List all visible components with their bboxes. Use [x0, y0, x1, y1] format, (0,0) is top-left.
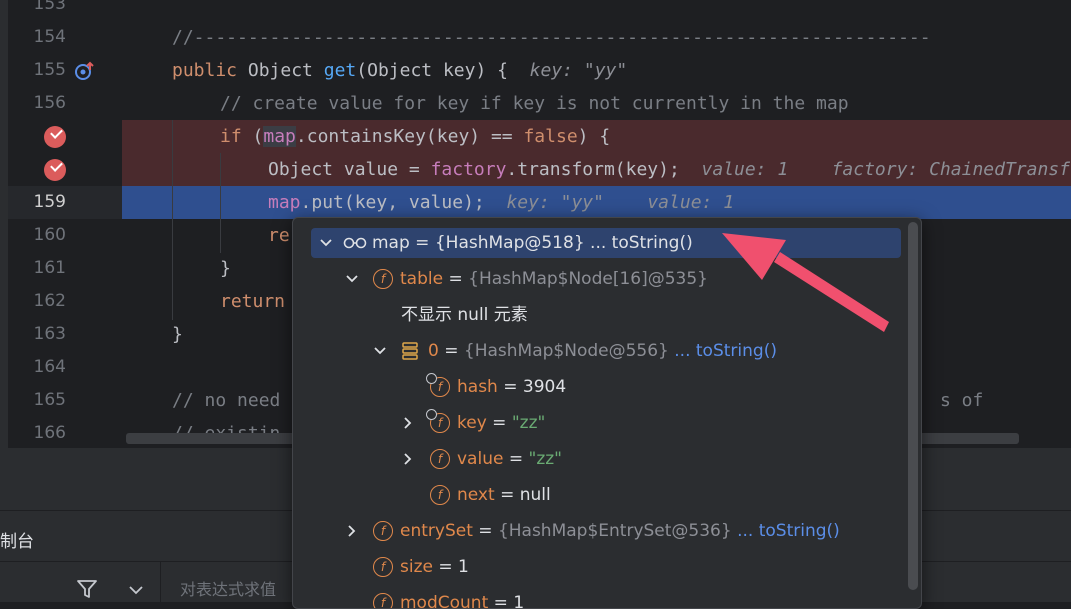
- filter-icon[interactable]: [76, 578, 98, 600]
- console-tab[interactable]: 制台: [0, 527, 34, 552]
- tree-node-key[interactable]: f key = "zz": [293, 408, 893, 438]
- array-element-icon: [402, 342, 418, 360]
- tree-node-entryset[interactable]: f entrySet = {HashMap$EntrySet@536} ... …: [293, 516, 893, 546]
- final-field-icon: f: [426, 373, 450, 397]
- variable-inspector-popup[interactable]: map = {HashMap@518} ... toString() f tab…: [292, 217, 922, 609]
- tree-node-next[interactable]: f next = null: [293, 480, 893, 510]
- field-icon: f: [373, 269, 393, 289]
- line-number: 165: [33, 390, 66, 410]
- field-icon: f: [373, 593, 393, 608]
- chevron-down-icon[interactable]: [373, 344, 387, 358]
- inline-hint: key: "yy": [529, 60, 628, 81]
- tree-node-table[interactable]: f table = {HashMap$Node[16]@535}: [293, 264, 893, 294]
- tree-node-modcount[interactable]: f modCount = 1: [293, 588, 893, 608]
- divider: [160, 562, 161, 602]
- field-icon: f: [373, 557, 393, 577]
- tree-node-value[interactable]: f value = "zz": [293, 444, 893, 474]
- variable-type: {HashMap@518}: [434, 233, 585, 253]
- field-icon: f: [430, 449, 450, 469]
- chevron-right-icon[interactable]: [345, 524, 359, 538]
- to-string-link[interactable]: ... toString(): [669, 341, 777, 361]
- chevron-down-icon[interactable]: [345, 272, 359, 286]
- to-string-link[interactable]: ... toString(): [585, 233, 693, 253]
- line-number: 162: [33, 291, 66, 311]
- breakpoint-icon[interactable]: [44, 159, 66, 181]
- tree-node-size[interactable]: f size = 1: [293, 552, 893, 582]
- hidden-null-elements-note: 不显示 null 元素: [401, 305, 528, 325]
- evaluate-expression-input[interactable]: 对表达式求值: [180, 576, 276, 600]
- chevron-right-icon[interactable]: [401, 416, 415, 430]
- line-number: 153: [33, 0, 66, 14]
- field-icon: f: [430, 485, 450, 505]
- line-number: 164: [33, 357, 66, 377]
- variable-name: map: [372, 233, 410, 253]
- code-line-159[interactable]: map.put(key, value); key: "yy" value: 1: [122, 186, 1071, 219]
- line-number: 154: [33, 27, 66, 47]
- field-icon: f: [373, 521, 393, 541]
- tree-node-array-element[interactable]: 0 = {HashMap$Node@556} ... toString(): [293, 336, 893, 366]
- line-number: 156: [33, 93, 66, 113]
- popup-scrollbar[interactable]: [908, 222, 918, 590]
- chevron-down-icon[interactable]: [128, 583, 144, 597]
- to-string-link[interactable]: ... toString(): [732, 521, 840, 541]
- tree-node-hash[interactable]: f hash = 3904: [293, 372, 893, 402]
- line-number: 155: [33, 60, 66, 80]
- line-number: 160: [33, 225, 66, 245]
- line-number: 166: [33, 423, 66, 443]
- watch-glasses-icon: [343, 237, 367, 249]
- code-line-154[interactable]: //--------------------------------------…: [122, 21, 1071, 54]
- code-line-155[interactable]: public Object get(Object key) { key: "yy…: [122, 54, 1071, 87]
- code-line-158[interactable]: Object value = factory.transform(key); v…: [122, 153, 1071, 186]
- chevron-right-icon[interactable]: [401, 452, 415, 466]
- method-override-icon[interactable]: [74, 60, 98, 82]
- chevron-down-icon[interactable]: [319, 236, 333, 250]
- line-number: 163: [33, 324, 66, 344]
- tree-node-map[interactable]: map = {HashMap@518} ... toString(): [311, 228, 901, 258]
- line-number: 161: [33, 258, 66, 278]
- code-line-156[interactable]: // create value for key if key is not cu…: [122, 87, 1071, 120]
- code-line-157[interactable]: if (map.containsKey(key) == false) {: [122, 120, 1071, 153]
- final-field-icon: f: [426, 409, 450, 433]
- breakpoint-icon[interactable]: [44, 126, 66, 148]
- line-number-current: 159: [33, 192, 66, 212]
